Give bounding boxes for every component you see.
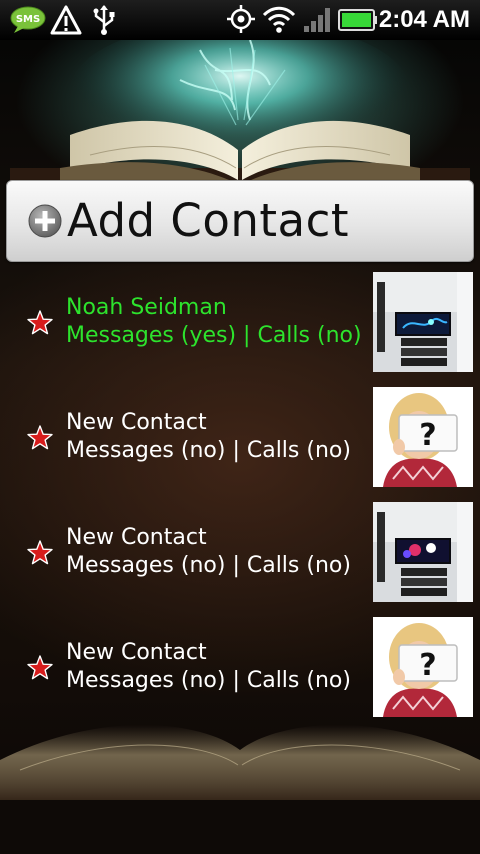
- warning-icon: [50, 5, 82, 35]
- svg-text:?: ?: [419, 418, 436, 453]
- contact-row[interactable]: New Contact Messages (no) | Calls (no) ?: [0, 617, 480, 719]
- star-icon[interactable]: [27, 425, 53, 451]
- contact-photo[interactable]: ?: [373, 617, 473, 717]
- svg-text:?: ?: [419, 648, 436, 683]
- contact-row[interactable]: New Contact Messages (no) | Calls (no) ?: [0, 387, 480, 489]
- contact-name: New Contact: [66, 410, 207, 435]
- plus-circle-icon: [28, 204, 62, 238]
- star-icon[interactable]: [27, 540, 53, 566]
- contact-name: Noah Seidman: [66, 295, 227, 320]
- star-icon[interactable]: [27, 310, 53, 336]
- add-contact-button[interactable]: Add Contact: [6, 180, 474, 262]
- contact-permissions: Messages (no) | Calls (no): [66, 438, 351, 463]
- contact-photo[interactable]: ?: [373, 387, 473, 487]
- add-contact-label: Add Contact: [67, 194, 350, 247]
- contact-permissions: Messages (yes) | Calls (no): [66, 323, 362, 348]
- contact-name: New Contact: [66, 640, 207, 665]
- contact-photo[interactable]: [373, 502, 473, 602]
- contact-row[interactable]: New Contact Messages (no) | Calls (no): [0, 502, 480, 604]
- contact-photo[interactable]: [373, 272, 473, 372]
- gps-icon: [227, 5, 255, 33]
- contact-permissions: Messages (no) | Calls (no): [66, 553, 351, 578]
- contact-row[interactable]: Noah Seidman Messages (yes) | Calls (no): [0, 272, 480, 374]
- usb-icon: [93, 5, 115, 35]
- status-bar: SMS 2:04 AM: [0, 0, 480, 40]
- battery-icon: [338, 9, 377, 31]
- status-clock: 2:04 AM: [378, 6, 470, 33]
- star-icon[interactable]: [27, 655, 53, 681]
- sms-icon: SMS: [10, 6, 46, 33]
- wifi-icon: [262, 6, 296, 33]
- contact-name: New Contact: [66, 525, 207, 550]
- signal-icon: [304, 8, 330, 32]
- magic-book-illustration: [10, 40, 470, 185]
- contact-permissions: Messages (no) | Calls (no): [66, 668, 351, 693]
- sms-icon-label: SMS: [16, 14, 40, 25]
